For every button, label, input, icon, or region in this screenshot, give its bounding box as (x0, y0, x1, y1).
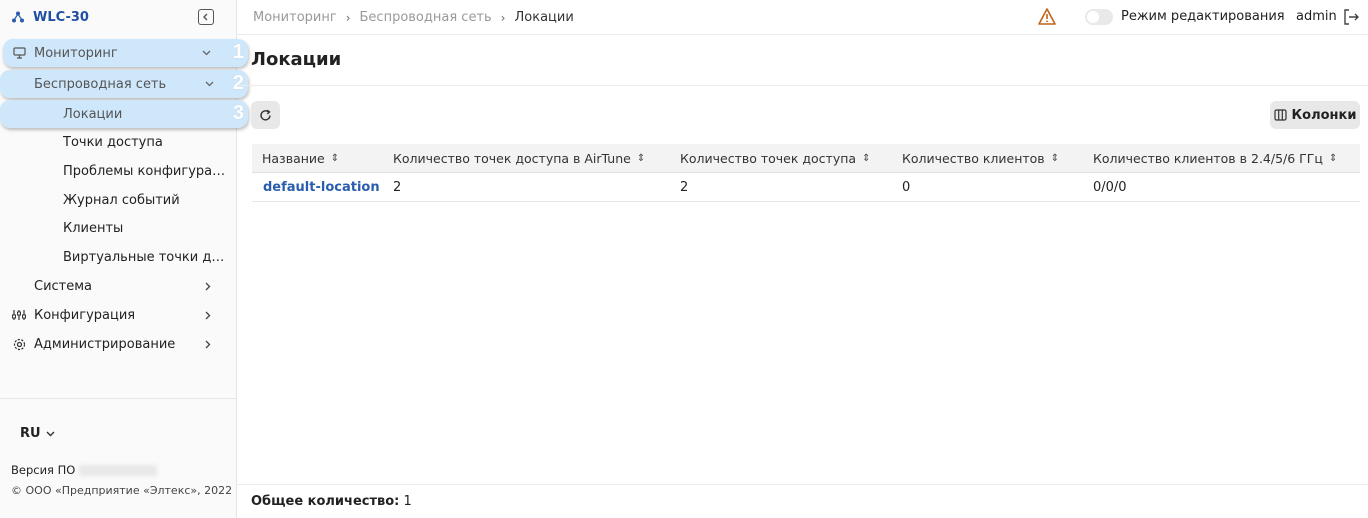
table-cell: 0/0/0 (1093, 180, 1127, 195)
column-header-aps[interactable]: Количество точек доступа ⇕ (680, 151, 870, 166)
columns-button[interactable]: Колонки (1270, 101, 1360, 129)
breadcrumb-monitoring[interactable]: Мониторинг (253, 10, 337, 25)
table-row: default-location 2 2 0 0/0/0 (252, 173, 1360, 202)
sidebar-item-event-log[interactable]: Журнал событий (63, 186, 228, 214)
refresh-button[interactable] (251, 101, 280, 129)
version-info: Версия ПО (11, 463, 158, 477)
sidebar-item-label: Проблемы конфигурации (63, 163, 233, 179)
sidebar-item-config-problems[interactable]: Проблемы конфигурации (63, 157, 233, 185)
chevron-down-icon (46, 431, 55, 436)
page-title: Локации (251, 49, 342, 70)
sidebar-item-label: Локации (63, 106, 123, 122)
warning-icon[interactable] (1038, 8, 1056, 25)
sidebar-item-label: Виртуальные точки дост... (63, 249, 231, 265)
step-badge: 2 (232, 72, 244, 94)
version-label: Версия ПО (11, 463, 76, 477)
table-cell: 2 (393, 180, 402, 195)
user-name[interactable]: admin (1296, 9, 1337, 24)
column-header-clients[interactable]: Количество клиентов ⇕ (902, 151, 1059, 166)
column-header-label: Количество клиентов в 2.4/5/6 ГГц (1093, 151, 1323, 166)
sidebar-item-label: Мониторинг (34, 45, 118, 61)
edit-mode-toggle[interactable] (1085, 9, 1113, 25)
breadcrumb-locations: Локации (514, 10, 574, 25)
columns-button-label: Колонки (1291, 107, 1357, 123)
total-label: Общее количество: (251, 494, 400, 509)
chevron-down-icon (203, 78, 215, 90)
language-select[interactable]: RU (20, 426, 55, 441)
column-header-clients-bands[interactable]: Количество клиентов в 2.4/5/6 ГГц ⇕ (1093, 151, 1337, 166)
chevron-right-icon (202, 338, 214, 350)
breadcrumb-wireless[interactable]: Беспроводная сеть (360, 10, 492, 25)
refresh-icon (260, 109, 271, 121)
sort-icon: ⇕ (330, 152, 340, 164)
total-value: 1 (403, 494, 412, 509)
copyright: © ООО «Предприятие «Элтекс», 2022 (11, 484, 233, 497)
column-header-label: Количество точек доступа (680, 151, 857, 166)
sort-icon: ⇕ (1050, 152, 1060, 164)
chevron-right-icon: › (500, 10, 506, 25)
title-divider (237, 85, 1368, 86)
sidebar-item-label: Клиенты (63, 220, 124, 236)
gear-icon (12, 337, 26, 351)
sidebar-divider (0, 398, 236, 399)
chevron-right-icon: › (345, 10, 351, 25)
column-header-name[interactable]: Название ⇕ (262, 151, 339, 166)
location-name-link[interactable]: default-location (263, 180, 380, 195)
total-count: Общее количество: 1 (251, 494, 412, 509)
sliders-icon (12, 308, 26, 322)
step-badge: 3 (232, 102, 244, 124)
column-header-airtune-aps[interactable]: Количество точек доступа в AirTune ⇕ (393, 151, 645, 166)
step-badge: 1 (232, 41, 244, 63)
collapse-sidebar-icon[interactable] (198, 9, 214, 25)
chevron-right-icon (202, 280, 214, 292)
sidebar-item-label: Конфигурация (34, 307, 136, 323)
chevron-down-icon (200, 47, 212, 59)
sidebar-item-monitoring[interactable]: Мониторинг 1 (3, 39, 248, 67)
column-header-label: Количество клиентов (902, 151, 1045, 166)
sidebar-item-access-points[interactable]: Точки доступа (63, 128, 228, 156)
table-cell: 2 (680, 180, 689, 195)
table-header: Название ⇕ Количество точек доступа в Air… (252, 144, 1360, 173)
column-header-label: Название (262, 151, 325, 166)
sidebar-item-wireless[interactable]: Беспроводная сеть 2 (0, 70, 248, 98)
version-value-redacted (79, 465, 158, 476)
top-bar: Мониторинг › Беспроводная сеть › Локации… (237, 0, 1368, 35)
table-cell: 0 (902, 180, 911, 195)
sidebar: WLC-30 Мониторинг 1 Беспроводная сеть 2 … (0, 0, 248, 518)
locations-table: Название ⇕ Количество точек доступа в Air… (252, 144, 1360, 202)
chevron-right-icon (202, 309, 214, 321)
network-icon (12, 10, 26, 24)
columns-icon (1273, 109, 1287, 121)
sidebar-item-label: Администрирование (34, 336, 176, 352)
sidebar-item-virtual-aps[interactable]: Виртуальные точки дост... (63, 243, 231, 271)
sidebar-item-administration[interactable]: Администрирование (0, 330, 236, 358)
column-header-label: Количество точек доступа в AirTune (393, 151, 631, 166)
sidebar-item-configuration[interactable]: Конфигурация (0, 301, 236, 329)
sort-icon: ⇕ (862, 152, 871, 164)
breadcrumb: Мониторинг › Беспроводная сеть › Локации (253, 10, 574, 25)
app-title: WLC-30 (33, 9, 89, 25)
edit-mode-label: Режим редактирования (1121, 9, 1285, 24)
sidebar-item-system[interactable]: Система (0, 272, 236, 300)
sort-icon: ⇕ (636, 152, 646, 164)
language-value: RU (20, 426, 41, 441)
sidebar-item-locations[interactable]: Локации 3 (0, 100, 248, 128)
sidebar-item-label: Точки доступа (63, 134, 163, 150)
monitor-icon (12, 46, 26, 60)
sidebar-item-label: Беспроводная сеть (34, 76, 167, 92)
sidebar-item-clients[interactable]: Клиенты (63, 214, 228, 242)
sidebar-item-label: Журнал событий (63, 192, 180, 208)
sidebar-item-label: Система (34, 278, 93, 294)
footer-divider (237, 484, 1368, 485)
logout-icon[interactable] (1342, 8, 1360, 26)
sort-icon: ⇕ (1328, 152, 1338, 164)
